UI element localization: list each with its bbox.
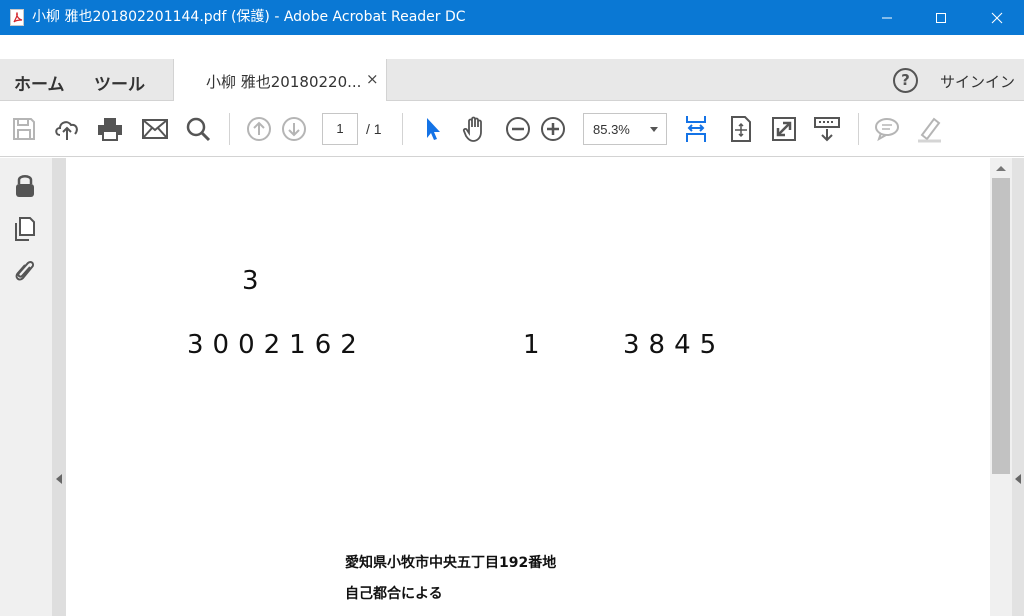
print-icon[interactable] — [96, 115, 124, 143]
hand-icon[interactable] — [461, 115, 489, 143]
select-arrow-icon[interactable] — [418, 115, 446, 143]
minimize-icon[interactable] — [864, 0, 910, 35]
nav-home[interactable]: ホーム — [14, 70, 65, 95]
doc-reason: 自己都合による — [345, 586, 443, 602]
scrollbar-thumb[interactable] — [992, 178, 1010, 474]
triangle-left-icon — [1015, 474, 1021, 484]
zoom-select[interactable]: 85.3% — [583, 113, 667, 145]
comment-icon[interactable] — [873, 115, 901, 143]
left-panel-toggle[interactable] — [52, 158, 66, 616]
toolbar-separator — [229, 113, 230, 145]
page-number-input[interactable]: 1 — [322, 113, 358, 145]
window-title: 小柳 雅也201802201144.pdf (保護) - Adobe Acrob… — [32, 9, 466, 25]
vertical-scrollbar[interactable] — [990, 158, 1012, 616]
left-rail — [0, 158, 52, 616]
nav-tools[interactable]: ツール — [94, 70, 145, 95]
tab-bar: ホーム ツール 小柳 雅也20180220... × ? サインイン — [0, 59, 1024, 101]
search-icon[interactable] — [184, 115, 212, 143]
lock-icon[interactable] — [12, 173, 38, 199]
document-tab[interactable]: 小柳 雅也20180220... × — [173, 59, 387, 101]
doc-number-3: 1 — [523, 330, 549, 360]
tab-close-icon[interactable]: × — [366, 70, 379, 88]
save-icon[interactable] — [10, 115, 38, 143]
prev-page-icon[interactable] — [245, 115, 273, 143]
zoom-value: 85.3% — [593, 122, 630, 137]
highlight-icon[interactable] — [915, 115, 943, 143]
close-icon[interactable] — [974, 0, 1020, 35]
right-panel-toggle[interactable] — [1012, 158, 1024, 616]
attachment-icon[interactable] — [12, 258, 38, 284]
document-tab-label: 小柳 雅也20180220... — [206, 73, 362, 91]
signin-link[interactable]: サインイン — [940, 71, 1015, 92]
doc-address: 愛知県小牧市中央五丁目192番地 — [345, 555, 557, 571]
triangle-left-icon — [56, 474, 62, 484]
fit-page-icon[interactable] — [727, 115, 755, 143]
pdf-file-icon — [10, 9, 24, 26]
chevron-down-icon — [650, 127, 658, 132]
read-mode-icon[interactable] — [813, 115, 841, 143]
doc-number-4: 3845 — [623, 330, 726, 360]
upload-cloud-icon[interactable] — [53, 115, 81, 143]
doc-number-1: 3 — [242, 266, 268, 296]
toolbar-separator — [858, 113, 859, 145]
toolbar-separator — [402, 113, 403, 145]
scroll-up-icon[interactable] — [996, 166, 1006, 171]
page-total: / 1 — [366, 121, 382, 137]
zoom-in-icon[interactable] — [539, 115, 567, 143]
next-page-icon[interactable] — [280, 115, 308, 143]
title-bar: 小柳 雅也201802201144.pdf (保護) - Adobe Acrob… — [0, 0, 1024, 35]
maximize-icon[interactable] — [918, 0, 964, 35]
help-icon[interactable]: ? — [893, 68, 918, 93]
doc-number-2: 3002162 — [187, 330, 366, 360]
toolbar: 1 / 1 85.3% — [0, 101, 1024, 157]
fullscreen-icon[interactable] — [770, 115, 798, 143]
copy-pages-icon[interactable] — [12, 216, 38, 242]
document-page: 3 3002162 1 3845 愛知県小牧市中央五丁目192番地 自己都合によ… — [66, 158, 990, 616]
zoom-out-icon[interactable] — [504, 115, 532, 143]
fit-width-icon[interactable] — [682, 115, 710, 143]
email-icon[interactable] — [141, 115, 169, 143]
menu-strip — [0, 35, 1024, 59]
